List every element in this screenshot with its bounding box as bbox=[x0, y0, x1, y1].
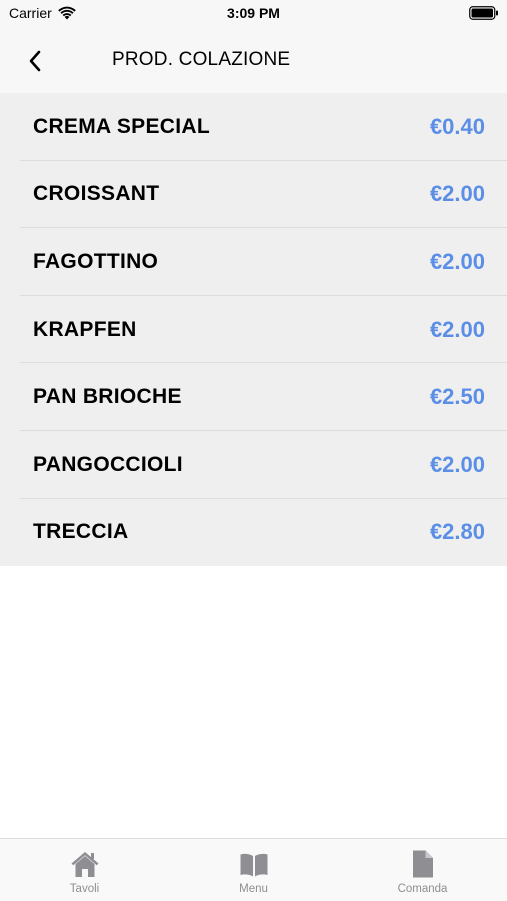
product-price: €2.00 bbox=[429, 181, 485, 207]
chevron-left-icon bbox=[29, 50, 41, 72]
tab-menu[interactable]: Menu bbox=[169, 839, 338, 901]
product-name: CROISSANT bbox=[33, 182, 160, 206]
battery-icon bbox=[469, 6, 498, 20]
home-icon bbox=[71, 852, 98, 877]
navigation-bar: PROD. COLAZIONE bbox=[0, 28, 507, 94]
page-title: PROD. COLAZIONE bbox=[112, 49, 291, 70]
document-icon bbox=[412, 850, 433, 878]
product-list: CREMA SPECIAL €0.40 CROISSANT €2.00 FAGO… bbox=[0, 93, 507, 567]
tab-bar: Tavoli Menu Comanda bbox=[0, 838, 507, 901]
list-item[interactable]: FAGOTTINO €2.00 bbox=[0, 228, 507, 296]
product-price: €2.00 bbox=[429, 451, 485, 477]
product-name: KRAPFEN bbox=[33, 317, 137, 341]
list-item[interactable]: CROISSANT €2.00 bbox=[0, 161, 507, 229]
tab-label: Tavoli bbox=[69, 883, 100, 895]
product-price: €2.80 bbox=[429, 519, 485, 545]
product-name: CREMA SPECIAL bbox=[33, 114, 210, 138]
list-item[interactable]: PANGOCCIOLI €2.00 bbox=[0, 431, 507, 499]
list-item[interactable]: KRAPFEN €2.00 bbox=[0, 296, 507, 364]
product-price: €2.50 bbox=[429, 384, 485, 410]
product-name: PANGOCCIOLI bbox=[33, 452, 183, 476]
status-time: 3:09 PM bbox=[227, 5, 280, 21]
book-icon bbox=[240, 853, 267, 877]
status-bar: Carrier 3:09 PM bbox=[0, 0, 507, 28]
tab-comanda[interactable]: Comanda bbox=[338, 839, 507, 901]
product-price: €2.00 bbox=[429, 316, 485, 342]
list-item[interactable]: PAN BRIOCHE €2.50 bbox=[0, 363, 507, 431]
list-item[interactable]: TRECCIA €2.80 bbox=[0, 499, 507, 567]
back-button[interactable] bbox=[20, 46, 50, 76]
tab-label: Comanda bbox=[397, 883, 448, 895]
tab-label: Menu bbox=[239, 883, 268, 895]
product-price: €2.00 bbox=[429, 248, 485, 274]
tab-tavoli[interactable]: Tavoli bbox=[0, 839, 169, 901]
list-item[interactable]: CREMA SPECIAL €0.40 bbox=[0, 93, 507, 161]
product-name: PAN BRIOCHE bbox=[33, 385, 182, 409]
product-price: €0.40 bbox=[429, 113, 485, 139]
product-name: TRECCIA bbox=[33, 520, 129, 544]
product-name: FAGOTTINO bbox=[33, 249, 159, 273]
